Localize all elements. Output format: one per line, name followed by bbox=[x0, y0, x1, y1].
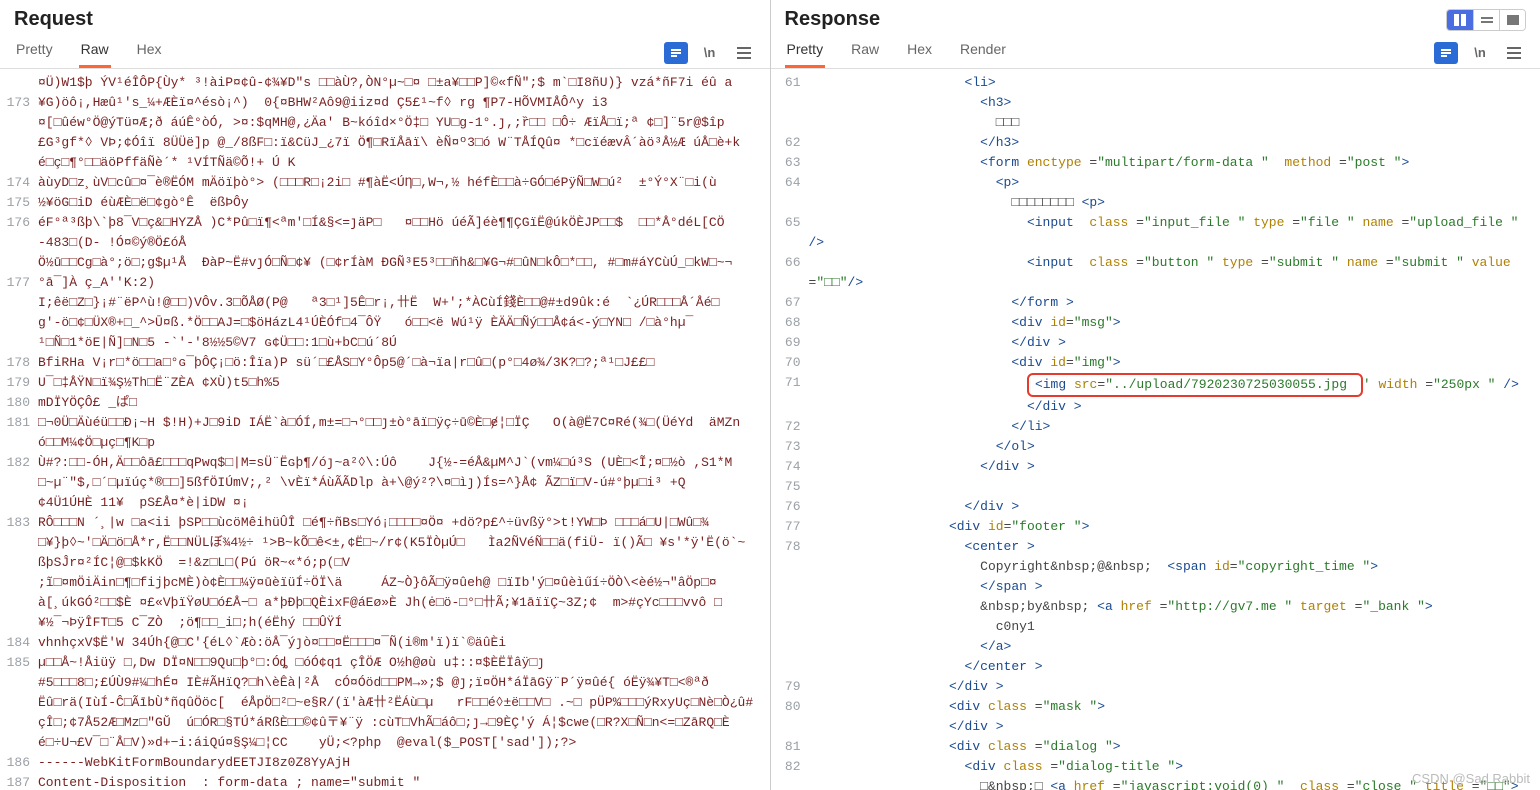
response-header: Response bbox=[771, 0, 1540, 31]
request-body[interactable]: ¤Ü)W1$þ ÝV¹éÎÔP{Ùy* ³!àiP¤¢û-¢¾¥D"s □□àÙ… bbox=[0, 69, 770, 790]
watermark: CSDN @Sad Rabbit bbox=[1412, 771, 1530, 786]
layout-segmented bbox=[1446, 9, 1526, 31]
tab-render[interactable]: Render bbox=[958, 37, 1008, 68]
response-title: Response bbox=[785, 8, 881, 31]
actions-icon[interactable] bbox=[1434, 42, 1458, 64]
tab-pretty[interactable]: Pretty bbox=[14, 37, 55, 68]
request-tabs: Pretty Raw Hex \n bbox=[0, 31, 770, 69]
response-tabs: Pretty Raw Hex Render \n bbox=[771, 31, 1540, 69]
tab-raw[interactable]: Raw bbox=[79, 37, 111, 68]
menu-icon[interactable] bbox=[732, 42, 756, 64]
layout-stack-button[interactable] bbox=[1473, 10, 1499, 30]
response-pane: Response Pretty Raw Hex Render \n 61 <l bbox=[771, 0, 1540, 790]
request-header: Request bbox=[0, 0, 770, 31]
tab-hex[interactable]: Hex bbox=[135, 37, 164, 68]
request-title: Request bbox=[14, 8, 93, 31]
newline-toggle[interactable]: \n bbox=[698, 42, 722, 64]
newline-toggle[interactable]: \n bbox=[1468, 42, 1492, 64]
layout-split-button[interactable] bbox=[1447, 10, 1473, 30]
tab-pretty[interactable]: Pretty bbox=[785, 37, 826, 68]
request-pane: Request Pretty Raw Hex \n ¤Ü)W1$þ ÝV¹éÎÔ… bbox=[0, 0, 771, 790]
menu-icon[interactable] bbox=[1502, 42, 1526, 64]
actions-icon[interactable] bbox=[664, 42, 688, 64]
layout-single-button[interactable] bbox=[1499, 10, 1525, 30]
tab-raw[interactable]: Raw bbox=[849, 37, 881, 68]
tab-hex[interactable]: Hex bbox=[905, 37, 934, 68]
response-body[interactable]: 61 <li> <h3> □□□62 </h3>63 <form enctype… bbox=[771, 69, 1540, 790]
